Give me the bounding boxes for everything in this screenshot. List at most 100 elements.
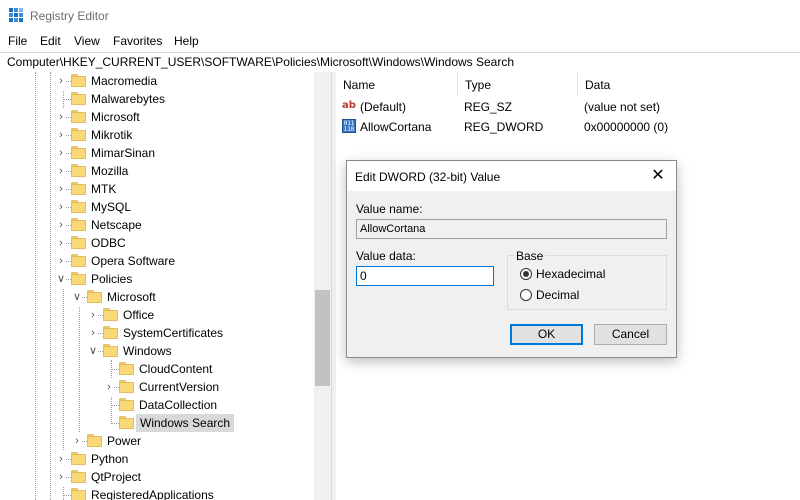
folder-icon [71,128,86,142]
tree-item[interactable]: › MTK [0,180,314,198]
menu-view[interactable]: View [74,34,100,48]
tree-item[interactable]: CloudContent [0,360,314,378]
folder-icon [71,470,86,484]
tree-item[interactable]: ∨ Policies [0,270,314,288]
decimal-label[interactable]: Decimal [536,288,579,302]
chevron-right-icon[interactable]: › [56,234,66,252]
chevron-right-icon[interactable]: › [56,252,66,270]
tree-item-label: Mikrotik [91,128,133,142]
folder-icon [71,452,86,466]
tree-item[interactable]: › SystemCertificates [0,324,314,342]
tree-connector [111,423,119,424]
tree-item[interactable]: › Office [0,306,314,324]
value-data: 0x00000000 (0) [584,120,669,134]
chevron-down-icon[interactable]: ∨ [72,288,82,306]
tree-item[interactable]: › Netscape [0,216,314,234]
folder-icon [71,74,86,88]
chevron-right-icon[interactable]: › [56,108,66,126]
tree-item-label: Netscape [91,218,142,232]
tree-item[interactable]: RegisteredApplications [0,486,314,500]
folder-icon [87,434,102,448]
column-header-name[interactable]: Name [336,72,458,96]
menu-file[interactable]: File [8,34,27,48]
chevron-right-icon[interactable]: › [56,450,66,468]
tree-item-label: QtProject [91,470,142,484]
tree-item[interactable]: ∨ Windows [0,342,314,360]
menu-edit[interactable]: Edit [40,34,61,48]
chevron-right-icon[interactable]: › [56,72,66,90]
chevron-right-icon[interactable]: › [72,432,82,450]
column-header-type[interactable]: Type [458,72,578,96]
tree-item[interactable]: › Mikrotik [0,126,314,144]
tree-item[interactable]: DataCollection [0,396,314,414]
chevron-right-icon[interactable]: › [56,468,66,486]
chevron-right-icon[interactable]: › [88,306,98,324]
ok-button[interactable]: OK [510,324,583,345]
chevron-right-icon[interactable]: › [56,180,66,198]
base-label: Base [514,249,546,263]
tree-item[interactable]: › Opera Software [0,252,314,270]
value-row[interactable]: ab (Default) REG_SZ (value not set) [336,97,800,117]
tree-item[interactable]: › MimarSinan [0,144,314,162]
tree-item[interactable]: › Mozilla [0,162,314,180]
value-name-label: Value name: [356,202,423,216]
tree-connector [63,495,71,496]
address-path: Computer\HKEY_CURRENT_USER\SOFTWARE\Poli… [7,55,515,69]
decimal-radio[interactable] [520,289,532,301]
cancel-button[interactable]: Cancel [594,324,667,345]
tree-item[interactable]: › Macromedia [0,72,314,90]
folder-icon [71,254,86,268]
value-row[interactable]: 011 110 AllowCortana REG_DWORD 0x00000000… [336,117,800,137]
tree-scrollbar-thumb[interactable] [315,290,330,386]
tree-item-label: Python [91,452,129,466]
folder-icon [71,164,86,178]
value-name-field: AllowCortana [356,219,667,239]
title-bar: Registry Editor [0,0,800,31]
string-value-icon: ab [342,100,356,111]
base-group [507,255,667,310]
close-icon[interactable]: ✕ [645,165,671,187]
tree-item[interactable]: › Microsoft [0,108,314,126]
chevron-right-icon[interactable]: › [56,216,66,234]
tree-connector [63,99,71,100]
chevron-right-icon[interactable]: › [56,162,66,180]
tree-item-label: CloudContent [139,362,213,376]
edit-dword-dialog: Edit DWORD (32-bit) Value ✕ Value name: … [346,160,677,358]
tree-item-label: Microsoft [91,110,140,124]
tree-scrollbar[interactable] [314,72,331,500]
tree-item[interactable]: › ODBC [0,234,314,252]
chevron-right-icon[interactable]: › [104,378,114,396]
menu-favorites[interactable]: Favorites [113,34,162,48]
value-name: (Default) [360,100,407,114]
tree-item[interactable]: Malwarebytes [0,90,314,108]
chevron-right-icon[interactable]: › [56,126,66,144]
folder-icon [119,362,134,376]
dialog-title-bar: Edit DWORD (32-bit) Value ✕ [347,161,676,191]
tree-item[interactable]: › Power [0,432,314,450]
chevron-down-icon[interactable]: ∨ [56,270,66,288]
tree-item-label: Opera Software [91,254,176,268]
tree-item[interactable]: › CurrentVersion [0,378,314,396]
tree-item-label: MTK [91,182,117,196]
menu-help[interactable]: Help [174,34,199,48]
chevron-right-icon[interactable]: › [56,144,66,162]
chevron-down-icon[interactable]: ∨ [88,342,98,360]
column-header-data[interactable]: Data [578,72,800,96]
tree-item[interactable]: Windows Search [0,414,314,432]
hexadecimal-radio[interactable] [520,268,532,280]
folder-icon [71,146,86,160]
tree-item-label: CurrentVersion [139,380,220,394]
chevron-right-icon[interactable]: › [56,198,66,216]
chevron-right-icon[interactable]: › [88,324,98,342]
folder-icon [71,236,86,250]
tree-item[interactable]: › QtProject [0,468,314,486]
tree-item[interactable]: › MySQL [0,198,314,216]
folder-icon [103,326,118,340]
tree-item[interactable]: › Python [0,450,314,468]
address-bar[interactable]: Computer\HKEY_CURRENT_USER\SOFTWARE\Poli… [0,52,800,73]
value-data-input[interactable]: 0 [356,266,494,286]
value-type: REG_DWORD [464,120,544,134]
folder-icon [87,290,102,304]
hexadecimal-label[interactable]: Hexadecimal [536,267,605,281]
tree-item[interactable]: ∨ Microsoft [0,288,314,306]
